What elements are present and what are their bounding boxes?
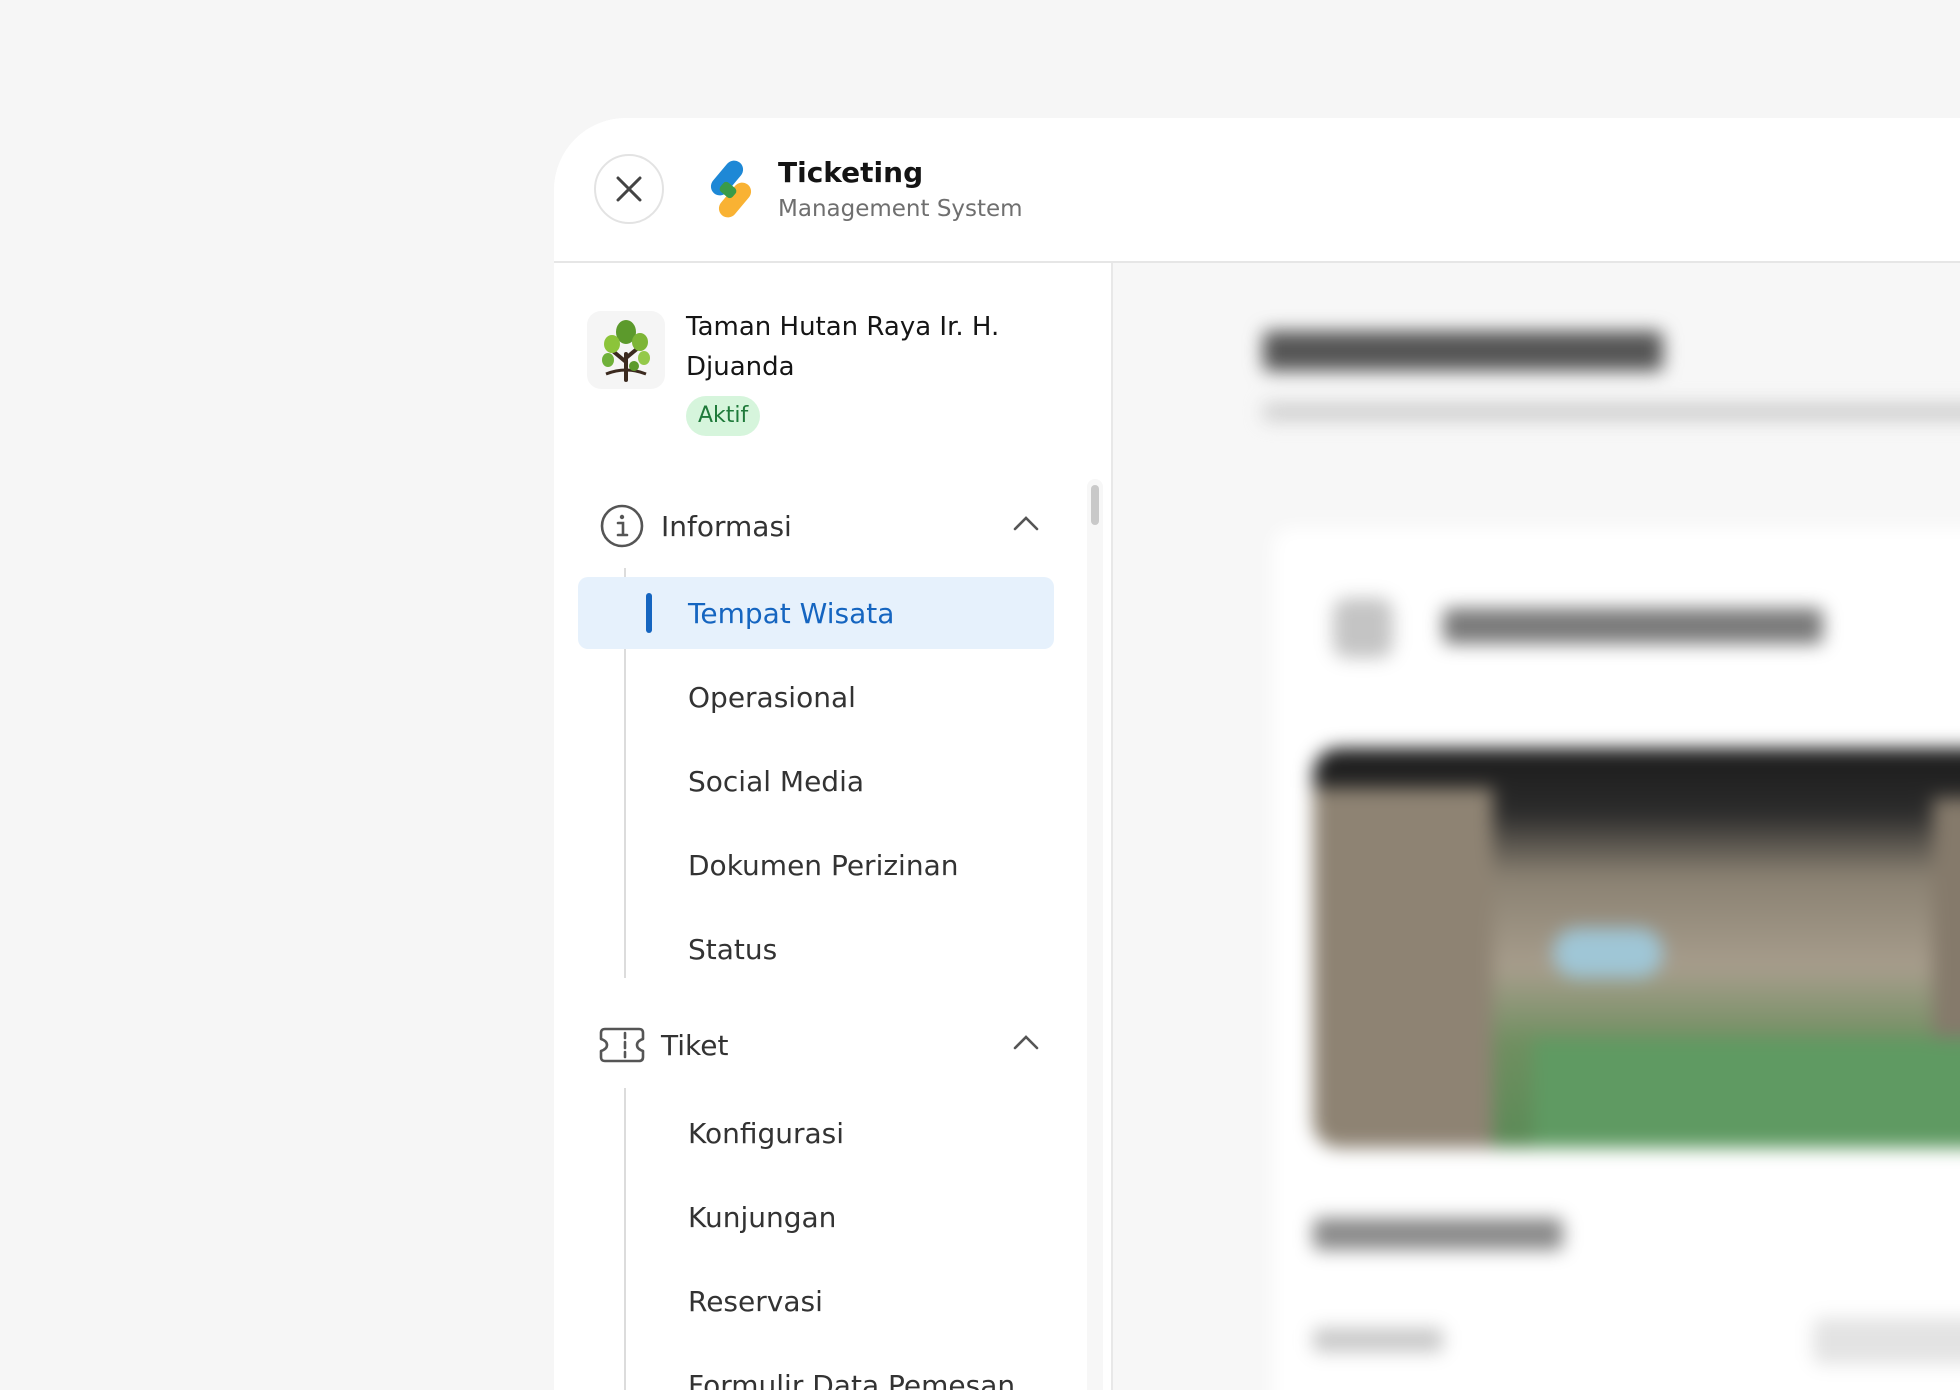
close-button[interactable] [594,154,664,224]
nav-item-label: Reservasi [688,1284,823,1318]
main-content [1113,263,1960,1390]
photo-pool [1553,928,1663,978]
top-header: Ticketing Management System [554,118,1960,263]
nav-group-label: Tiket [661,1028,729,1062]
card-title-placeholder [1443,608,1823,644]
photo-wall-left [1313,788,1493,1148]
field-input-placeholder [1813,1318,1960,1364]
photo-grass [1533,1038,1960,1148]
nav-group-tiket[interactable]: Tiket [599,1017,1039,1073]
active-indicator [646,593,652,633]
nav-item-label: Tempat Wisata [688,596,895,630]
org-name: Taman Hutan Raya Ir. H. Djuanda [686,312,1000,382]
brand-logo-icon [710,160,752,218]
close-icon [616,176,642,202]
brand-subtitle: Management System [778,196,1023,222]
content-card [1273,528,1960,1390]
status-badge: Aktif [686,396,761,436]
field-label-placeholder [1313,1328,1443,1352]
sidebar-scrollbar-thumb[interactable] [1091,485,1099,525]
nav-item-reservasi[interactable]: Reservasi [578,1265,1054,1337]
nav-item-operasional[interactable]: Operasional [578,661,1054,733]
nav-item-tempat-wisata[interactable]: Tempat Wisata [578,577,1054,649]
nav-item-label: Status [688,932,778,966]
sidebar-scrollbar-track[interactable] [1087,479,1103,1390]
section-heading-placeholder [1313,1218,1563,1250]
place-photo [1313,748,1960,1148]
nav-item-label: Operasional [688,680,856,714]
nav-item-dokumen-perizinan[interactable]: Dokumen Perizinan [578,829,1054,901]
nav-item-social-media[interactable]: Social Media [578,745,1054,817]
nav-group-informasi[interactable]: Informasi [599,498,1039,554]
sidebar: Taman Hutan Raya Ir. H. Djuanda Aktif In… [554,263,1113,1390]
chevron-up-icon[interactable] [1013,1033,1039,1051]
brand-title: Ticketing [778,156,924,189]
nav-item-konfigurasi[interactable]: Konfigurasi [578,1097,1054,1169]
tree-logo-icon [602,320,650,382]
ticket-icon [599,1027,645,1063]
page-title-placeholder [1263,331,1663,371]
org-avatar [587,311,665,389]
page-subtitle-placeholder [1263,403,1960,421]
nav-item-label: Dokumen Perizinan [688,848,959,882]
nav-item-kunjungan[interactable]: Kunjungan [578,1181,1054,1253]
nav-item-label: Formulir Data Pemesan [688,1368,1016,1390]
nav-group-label: Informasi [661,509,792,543]
nav-item-status[interactable]: Status [578,913,1054,985]
nav-item-formulir-data-pemesan[interactable]: Formulir Data Pemesan [578,1349,1054,1390]
chevron-up-icon[interactable] [1013,514,1039,532]
nav-item-label: Konfigurasi [688,1116,845,1150]
nav-item-label: Kunjungan [688,1200,837,1234]
info-circle-icon [600,504,644,548]
nav-item-label: Social Media [688,764,865,798]
card-icon [1333,598,1393,658]
app-window: Ticketing Management System Taman Hutan … [554,118,1960,1390]
